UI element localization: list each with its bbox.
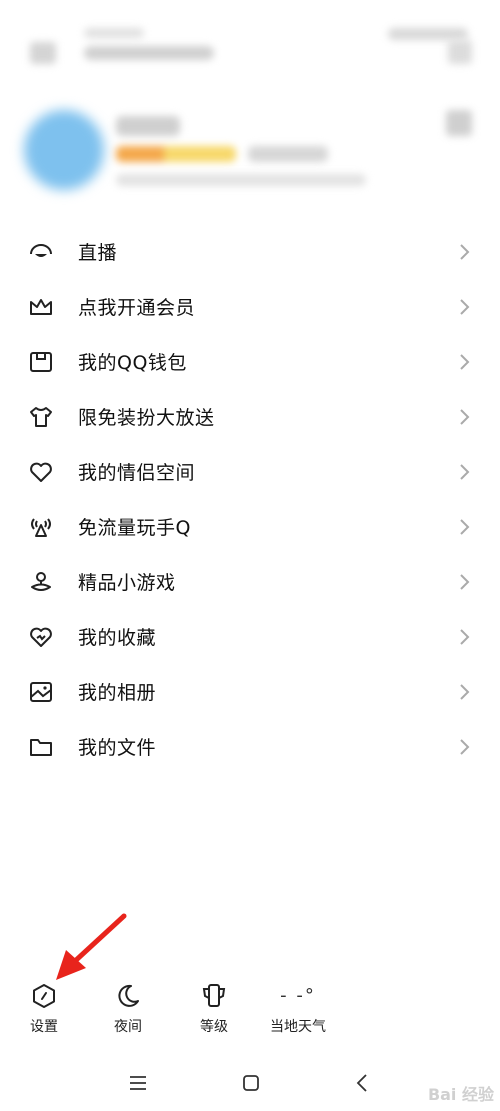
signal-tower-icon xyxy=(31,517,51,537)
level-label: 等级 xyxy=(200,1019,228,1035)
night-label: 夜间 xyxy=(114,1019,142,1035)
weather-button[interactable]: - -° 当地天气 xyxy=(258,982,338,1036)
blurred-signature xyxy=(116,174,366,186)
weather-value: - -° xyxy=(280,985,316,1006)
menu-item-label: 我的相册 xyxy=(78,682,157,704)
menu-item-mini-games[interactable]: 精品小游戏 xyxy=(0,554,500,609)
heart-icon xyxy=(30,462,52,482)
home-icon[interactable] xyxy=(240,1072,262,1094)
blurred-menu-icon[interactable] xyxy=(30,42,56,64)
menu-item-label: 直播 xyxy=(78,242,118,264)
blurred-vip-badges xyxy=(116,146,236,162)
menu-item-couple-space[interactable]: 我的情侣空间 xyxy=(0,444,500,499)
chevron-right-icon xyxy=(460,683,470,700)
tshirt-icon xyxy=(30,406,52,427)
menu-item-label: 精品小游戏 xyxy=(78,572,176,594)
level-button[interactable]: 等级 xyxy=(174,982,254,1036)
chevron-right-icon xyxy=(460,353,470,370)
menu-item-free-data[interactable]: 免流量玩手Q xyxy=(0,499,500,554)
menu-item-label: 免流量玩手Q xyxy=(78,517,191,539)
menu-item-album[interactable]: 我的相册 xyxy=(0,664,500,719)
chevron-right-icon xyxy=(460,463,470,480)
system-navigation-bar xyxy=(0,1062,500,1102)
crown-icon xyxy=(30,298,52,315)
side-menu: 直播 点我开通会员 我的QQ钱包 限免装扮大放送 我的情侣空间 免流量玩手Q 精… xyxy=(0,224,500,774)
menu-item-dressup[interactable]: 限免装扮大放送 xyxy=(0,389,500,444)
blurred-qr-code-icon[interactable] xyxy=(446,110,472,136)
menu-item-live[interactable]: 直播 xyxy=(0,224,500,279)
blurred-header-subtext xyxy=(84,46,214,60)
menu-item-favorites[interactable]: 我的收藏 xyxy=(0,609,500,664)
bottom-toolbar: 设置 夜间 等级 - -° 当地天气 xyxy=(0,982,500,1042)
chevron-right-icon xyxy=(460,408,470,425)
live-icon xyxy=(30,243,52,257)
annotation-arrow-icon xyxy=(56,913,127,980)
settings-label: 设置 xyxy=(30,1019,58,1035)
chevron-right-icon xyxy=(460,518,470,535)
menu-item-label: 我的情侣空间 xyxy=(78,462,196,484)
menu-item-label: 限免装扮大放送 xyxy=(78,407,215,429)
menu-item-label: 我的QQ钱包 xyxy=(78,352,187,374)
chevron-right-icon xyxy=(460,738,470,755)
moon-icon xyxy=(118,984,139,1007)
blurred-header-right-icon[interactable] xyxy=(448,40,472,64)
menu-item-files[interactable]: 我的文件 xyxy=(0,719,500,774)
menu-item-vip[interactable]: 点我开通会员 xyxy=(0,279,500,334)
menu-item-label: 点我开通会员 xyxy=(78,297,196,319)
album-icon xyxy=(30,681,52,702)
game-pin-icon xyxy=(31,571,51,591)
chevron-right-icon xyxy=(460,628,470,645)
baidu-watermark: Bai 经验 xyxy=(427,1085,494,1104)
blurred-status-bar xyxy=(388,28,468,40)
settings-hexagon-icon xyxy=(33,984,55,1008)
menu-icon[interactable] xyxy=(127,1072,149,1094)
weather-label: 当地天气 xyxy=(270,1019,326,1035)
level-shield-icon xyxy=(202,984,226,1007)
chevron-right-icon xyxy=(460,298,470,315)
avatar[interactable] xyxy=(24,110,104,190)
back-icon[interactable] xyxy=(352,1072,374,1094)
settings-button[interactable]: 设置 xyxy=(4,982,84,1036)
menu-item-label: 我的收藏 xyxy=(78,627,157,649)
chevron-right-icon xyxy=(460,573,470,590)
menu-item-wallet[interactable]: 我的QQ钱包 xyxy=(0,334,500,389)
blurred-level-badges xyxy=(248,146,328,162)
wallet-icon xyxy=(30,351,52,372)
blurred-profile-name xyxy=(116,116,180,136)
night-mode-button[interactable]: 夜间 xyxy=(88,982,168,1036)
folder-icon xyxy=(30,738,52,756)
chevron-right-icon xyxy=(460,243,470,260)
menu-item-label: 我的文件 xyxy=(78,737,157,759)
favorite-icon xyxy=(30,627,52,647)
blurred-header-text xyxy=(84,28,144,38)
